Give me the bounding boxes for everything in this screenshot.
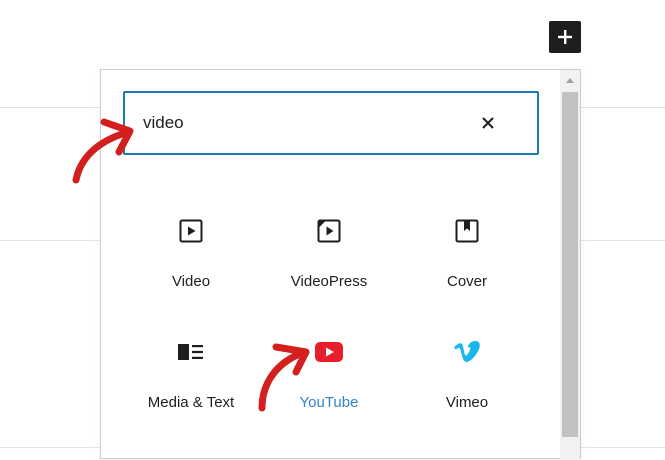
block-label: Cover [446,273,487,290]
block-label: Video [171,273,211,290]
videopress-icon [315,217,343,245]
add-block-button[interactable] [549,21,581,53]
vimeo-icon [453,338,481,366]
media-text-icon [177,338,205,366]
block-item-videopress[interactable]: VideoPress [264,217,394,317]
video-icon [177,217,205,245]
block-label: VideoPress [290,273,368,290]
scroll-up-arrow-icon[interactable] [560,70,580,90]
scrollbar-thumb[interactable] [562,92,578,437]
block-item-cover[interactable]: Cover [402,217,532,317]
block-inserter-popover: Video VideoPress Cover [100,69,581,460]
block-search-input[interactable] [143,107,443,139]
close-icon [482,117,494,129]
plus-icon [558,30,572,44]
block-item-vimeo[interactable]: Vimeo [402,338,532,438]
clear-search-button[interactable] [477,112,499,134]
block-item-media-text[interactable]: Media & Text [126,338,256,438]
block-item-video[interactable]: Video [126,217,256,317]
block-item-youtube[interactable]: YouTube [264,338,394,438]
block-label: Vimeo [445,394,489,411]
block-label: YouTube [299,394,359,411]
block-search-box [123,91,539,155]
youtube-icon [315,338,343,366]
cover-icon [453,217,481,245]
inserter-scrollbar[interactable] [560,70,580,460]
block-label: Media & Text [147,394,235,411]
